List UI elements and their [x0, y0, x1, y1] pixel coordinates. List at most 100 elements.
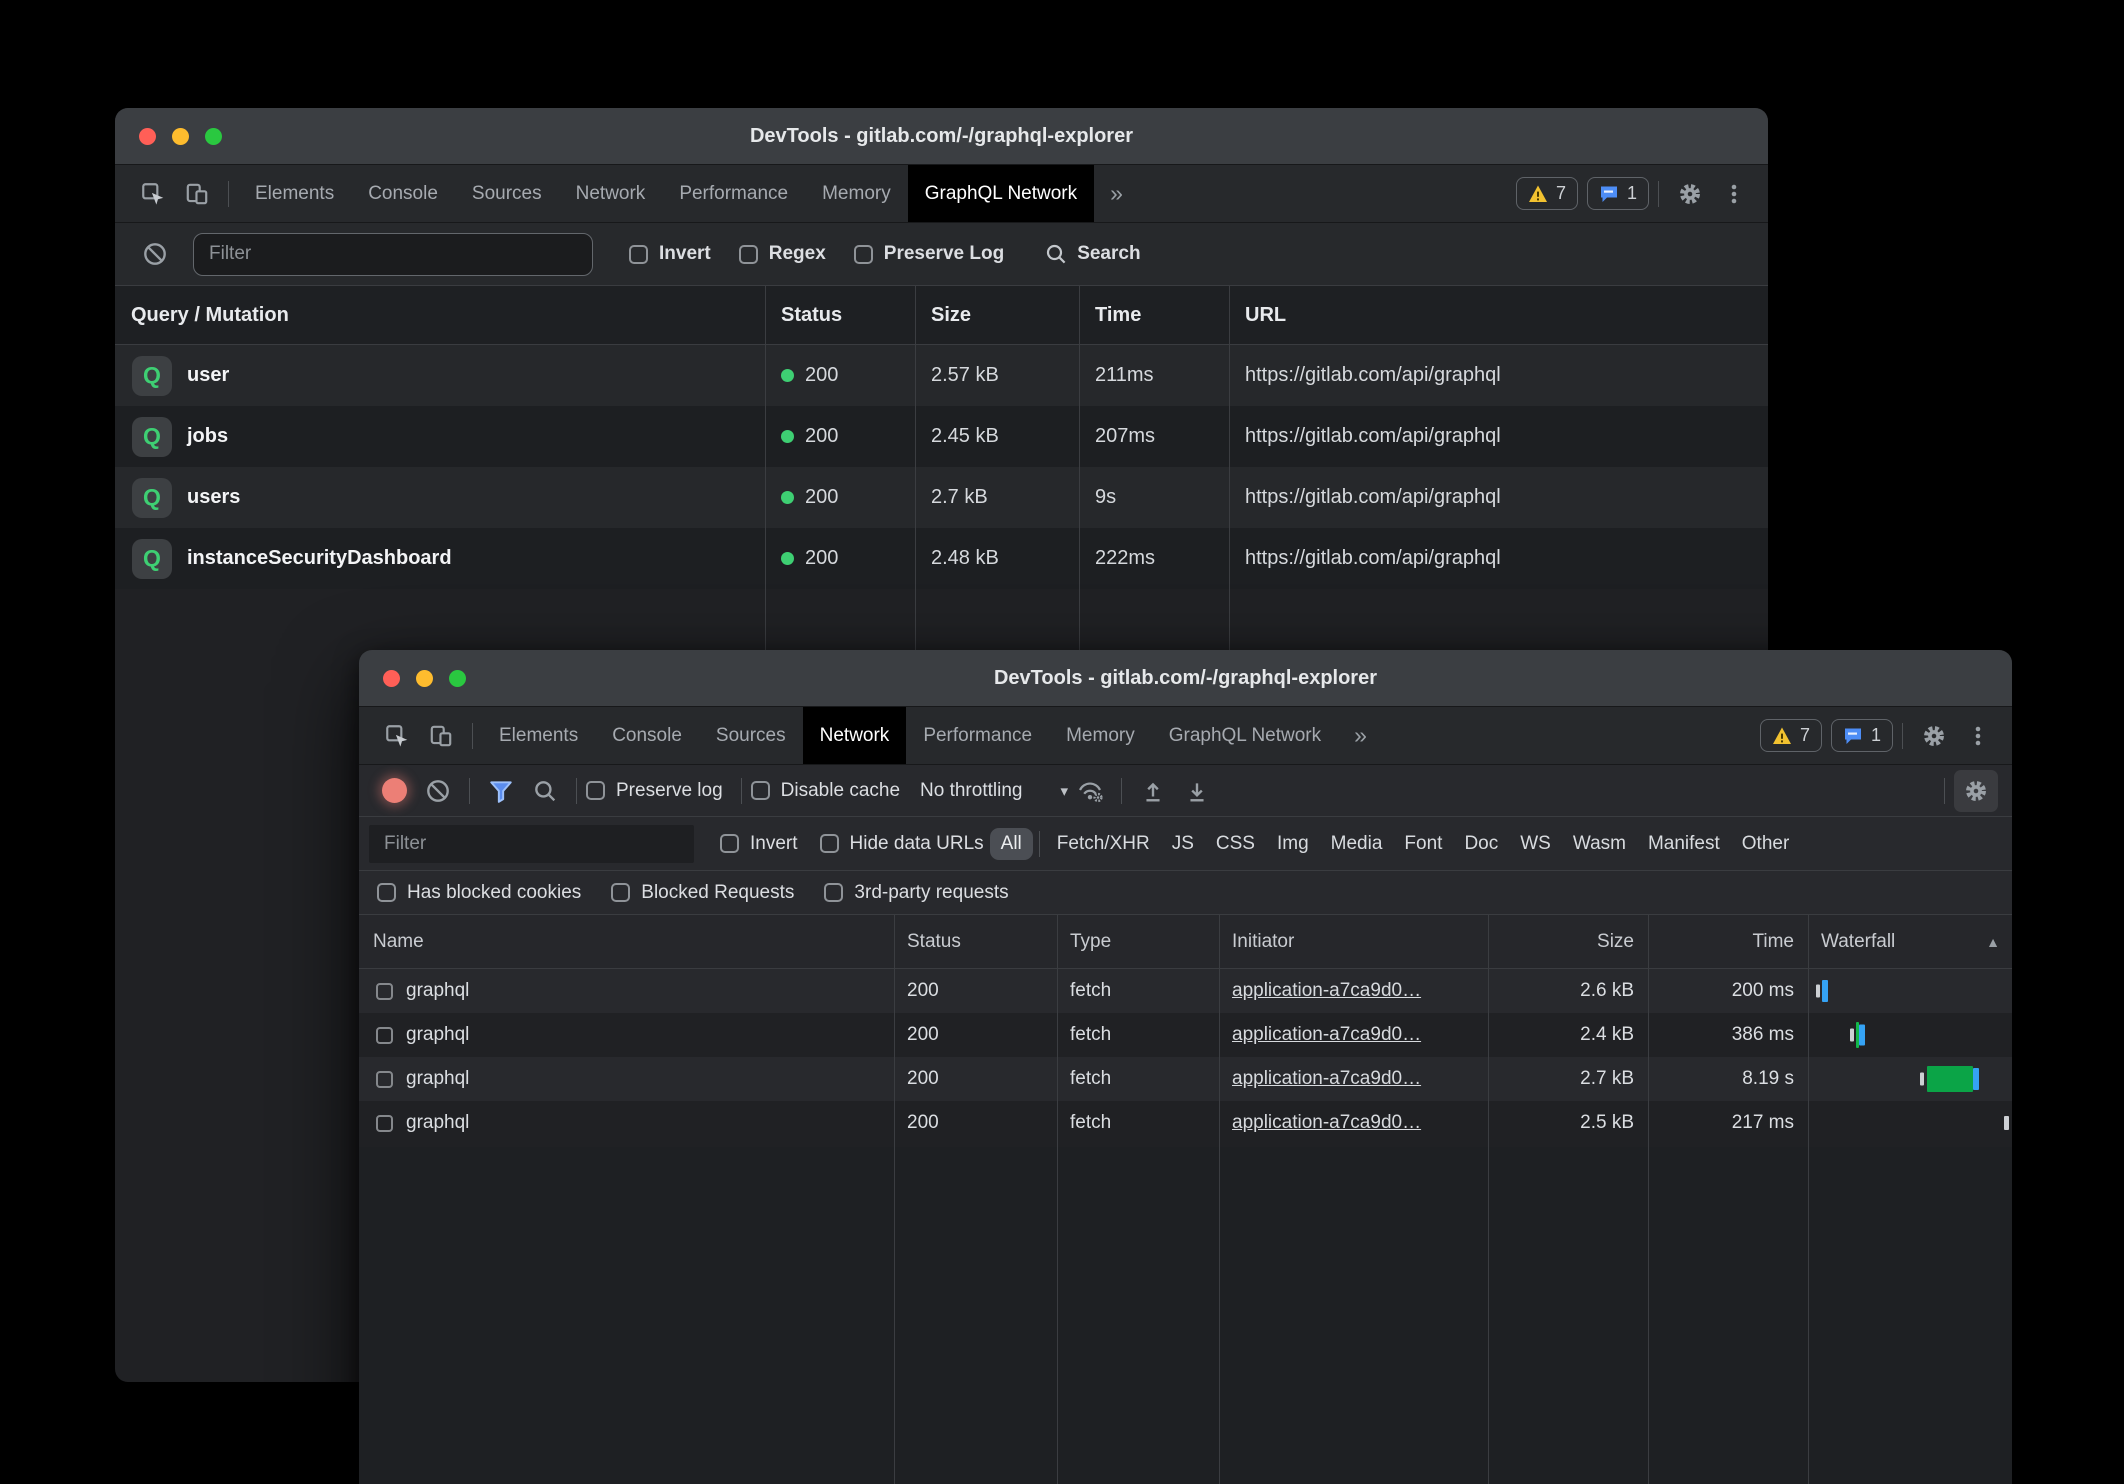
column-header-initiator[interactable]: Initiator	[1219, 931, 1488, 953]
tab-graphql-network[interactable]: GraphQL Network	[1152, 707, 1338, 764]
warnings-badge[interactable]: 7	[1760, 719, 1822, 752]
kebab-menu-icon[interactable]	[1956, 715, 2000, 757]
clear-icon[interactable]	[133, 233, 177, 275]
zoom-button[interactable]	[205, 128, 222, 145]
export-har-icon[interactable]	[1175, 770, 1219, 812]
column-header-type[interactable]: Type	[1057, 931, 1219, 953]
messages-badge[interactable]: 1	[1831, 719, 1893, 752]
row-checkbox[interactable]	[376, 1027, 393, 1044]
type-filter-media[interactable]: Media	[1320, 828, 1394, 860]
inspect-element-icon[interactable]	[131, 173, 175, 215]
table-row[interactable]: graphql 200 fetch application-a7ca9d0… 2…	[359, 1101, 2012, 1145]
table-row[interactable]: Quser 200 2.57 kB 211ms https://gitlab.c…	[115, 345, 1768, 406]
type-filter-ws[interactable]: WS	[1509, 828, 1562, 860]
invert-checkbox[interactable]	[629, 245, 648, 264]
tab-network[interactable]: Network	[559, 165, 663, 222]
close-button[interactable]	[383, 670, 400, 687]
minimize-button[interactable]	[416, 670, 433, 687]
search-icon[interactable]	[523, 770, 567, 812]
record-button[interactable]	[382, 778, 407, 803]
column-header-name[interactable]: Name	[359, 931, 894, 953]
throttling-dropdown[interactable]: No throttling ▾	[920, 780, 1068, 802]
column-divider	[1219, 915, 1220, 1484]
search-button[interactable]: Search	[1044, 242, 1140, 266]
tab-network[interactable]: Network	[803, 707, 907, 764]
messages-badge[interactable]: 1	[1587, 177, 1649, 210]
column-header-size[interactable]: Size	[1488, 931, 1648, 953]
column-header-url[interactable]: URL	[1229, 304, 1768, 327]
tab-console[interactable]: Console	[351, 165, 455, 222]
kebab-menu-icon[interactable]	[1712, 173, 1756, 215]
table-row[interactable]: Qusers 200 2.7 kB 9s https://gitlab.com/…	[115, 467, 1768, 528]
type-filter-doc[interactable]: Doc	[1453, 828, 1509, 860]
settings-gear-icon[interactable]	[1912, 715, 1956, 757]
regex-checkbox[interactable]	[739, 245, 758, 264]
query-badge: Q	[132, 417, 172, 457]
type-filter-fetch-xhr[interactable]: Fetch/XHR	[1046, 828, 1161, 860]
tab-elements[interactable]: Elements	[238, 165, 351, 222]
tab-memory[interactable]: Memory	[1049, 707, 1152, 764]
disable-cache-checkbox[interactable]	[751, 781, 770, 800]
network-settings-gear-icon[interactable]	[1954, 770, 1998, 812]
size-value: 2.7 kB	[1488, 1068, 1648, 1090]
type-filter-manifest[interactable]: Manifest	[1637, 828, 1731, 860]
inspect-element-icon[interactable]	[375, 715, 419, 757]
type-filter-img[interactable]: Img	[1266, 828, 1320, 860]
column-header-time[interactable]: Time	[1648, 931, 1808, 953]
row-checkbox[interactable]	[376, 983, 393, 1000]
more-tabs-icon[interactable]: »	[1094, 180, 1139, 207]
device-toolbar-icon[interactable]	[175, 173, 219, 215]
tab-performance[interactable]: Performance	[906, 707, 1049, 764]
table-row[interactable]: graphql 200 fetch application-a7ca9d0… 2…	[359, 1057, 2012, 1101]
initiator-link[interactable]: application-a7ca9d0…	[1232, 1024, 1421, 1045]
tab-graphql-network[interactable]: GraphQL Network	[908, 165, 1094, 222]
settings-gear-icon[interactable]	[1668, 173, 1712, 215]
filter-input[interactable]	[193, 233, 593, 276]
import-har-icon[interactable]	[1131, 770, 1175, 812]
has-blocked-cookies-checkbox[interactable]	[377, 883, 396, 902]
invert-checkbox[interactable]	[720, 834, 739, 853]
column-header-time[interactable]: Time	[1079, 304, 1229, 327]
type-filter-css[interactable]: CSS	[1205, 828, 1266, 860]
tab-sources[interactable]: Sources	[455, 165, 559, 222]
minimize-button[interactable]	[172, 128, 189, 145]
row-checkbox[interactable]	[376, 1071, 393, 1088]
hide-data-urls-checkbox[interactable]	[820, 834, 839, 853]
initiator-link[interactable]: application-a7ca9d0…	[1232, 1068, 1421, 1089]
tab-memory[interactable]: Memory	[805, 165, 908, 222]
network-filter-input[interactable]	[369, 825, 694, 863]
tab-console[interactable]: Console	[595, 707, 699, 764]
preserve-log-checkbox[interactable]	[854, 245, 873, 264]
initiator-link[interactable]: application-a7ca9d0…	[1232, 1112, 1421, 1133]
warnings-badge[interactable]: 7	[1516, 177, 1578, 210]
table-row[interactable]: QinstanceSecurityDashboard 200 2.48 kB 2…	[115, 528, 1768, 589]
clear-icon[interactable]	[416, 770, 460, 812]
more-tabs-icon[interactable]: »	[1338, 722, 1383, 749]
table-row[interactable]: graphql 200 fetch application-a7ca9d0… 2…	[359, 1013, 2012, 1057]
type-filter-wasm[interactable]: Wasm	[1562, 828, 1637, 860]
type-filter-all[interactable]: All	[990, 828, 1033, 860]
filter-funnel-icon[interactable]	[479, 770, 523, 812]
column-header-waterfall[interactable]: Waterfall ▲	[1808, 915, 2012, 968]
close-button[interactable]	[139, 128, 156, 145]
table-row[interactable]: graphql 200 fetch application-a7ca9d0… 2…	[359, 969, 2012, 1013]
initiator-link[interactable]: application-a7ca9d0…	[1232, 980, 1421, 1001]
preserve-log-checkbox[interactable]	[586, 781, 605, 800]
type-filter-other[interactable]: Other	[1731, 828, 1801, 860]
column-header-status[interactable]: Status	[765, 304, 915, 327]
column-header-query-mutation[interactable]: Query / Mutation	[115, 304, 765, 327]
type-filter-font[interactable]: Font	[1393, 828, 1453, 860]
tab-sources[interactable]: Sources	[699, 707, 803, 764]
blocked-requests-checkbox[interactable]	[611, 883, 630, 902]
tab-elements[interactable]: Elements	[482, 707, 595, 764]
column-header-size[interactable]: Size	[915, 304, 1079, 327]
table-row[interactable]: Qjobs 200 2.45 kB 207ms https://gitlab.c…	[115, 406, 1768, 467]
row-checkbox[interactable]	[376, 1115, 393, 1132]
zoom-button[interactable]	[449, 670, 466, 687]
third-party-requests-checkbox[interactable]	[824, 883, 843, 902]
device-toolbar-icon[interactable]	[419, 715, 463, 757]
network-conditions-icon[interactable]	[1068, 770, 1112, 812]
tab-performance[interactable]: Performance	[662, 165, 805, 222]
column-header-status[interactable]: Status	[894, 931, 1057, 953]
type-filter-js[interactable]: JS	[1161, 828, 1205, 860]
